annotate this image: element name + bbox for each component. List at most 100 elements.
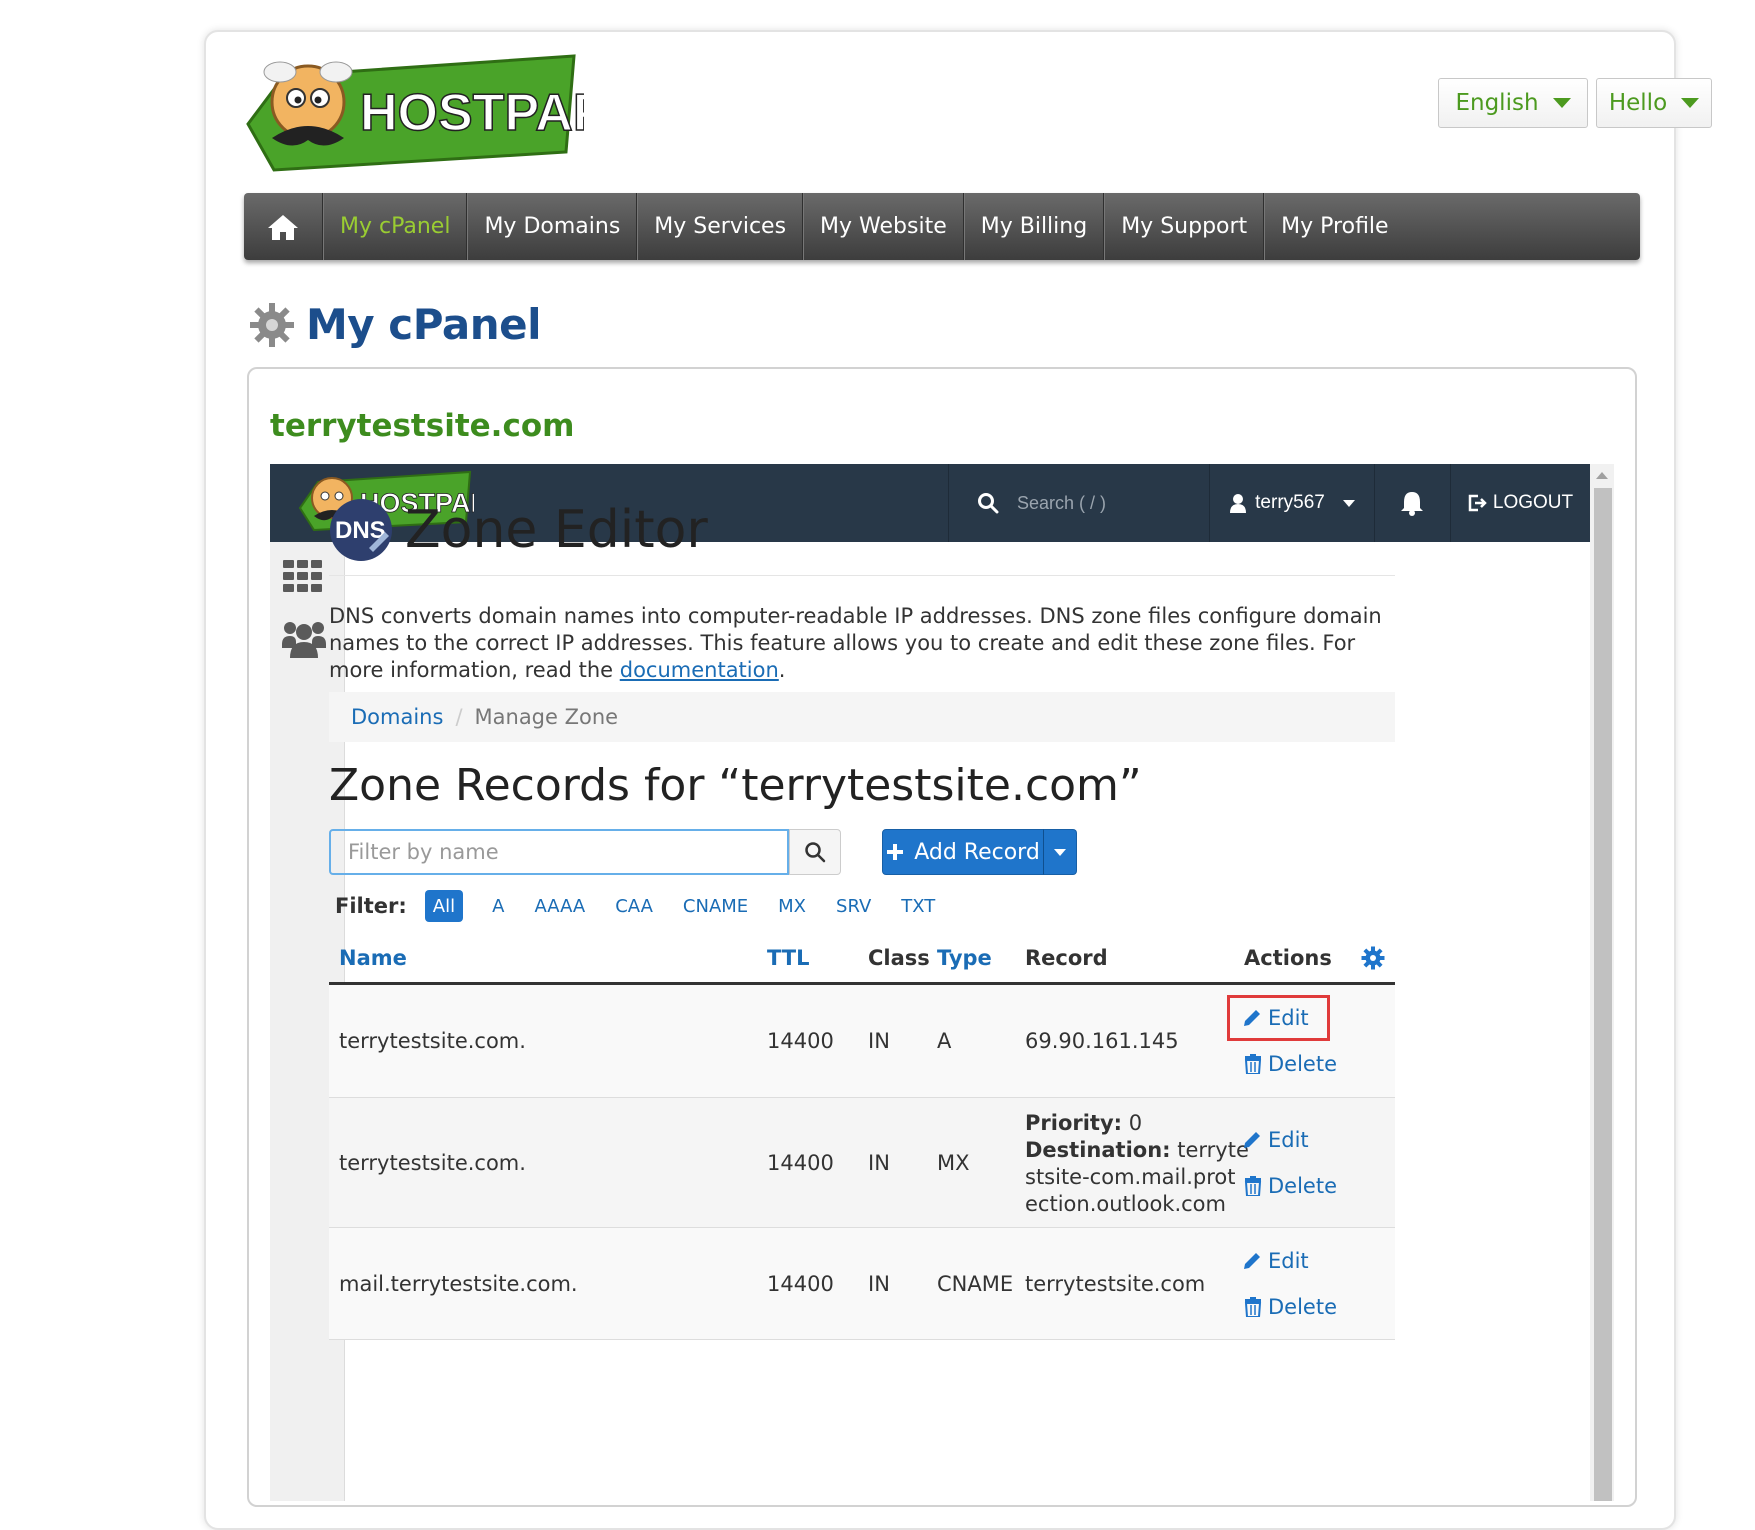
column-header-type[interactable]: Type (937, 946, 992, 970)
breadcrumb-current: Manage Zone (474, 705, 619, 729)
plus-icon (887, 844, 904, 860)
nav-label: My cPanel (340, 214, 451, 239)
home-button[interactable] (244, 193, 323, 260)
scroll-up-arrow-icon[interactable] (1596, 472, 1608, 479)
scrollbar-thumb[interactable] (1594, 488, 1612, 1501)
edit-label: Edit (1268, 1249, 1309, 1273)
language-dropdown[interactable]: English (1438, 78, 1588, 128)
record-ttl: 14400 (767, 1029, 834, 1053)
filter-a[interactable]: A (477, 890, 519, 922)
chevron-down-icon (1681, 98, 1700, 108)
pencil-icon (1244, 1253, 1260, 1269)
pencil-icon (1244, 1132, 1260, 1148)
record-value: Priority: 0 Destination: terryte stsite-… (1025, 1110, 1249, 1218)
record-type: MX (937, 1151, 970, 1175)
record-class: IN (868, 1151, 890, 1175)
filter-aaaa[interactable]: AAAA (519, 890, 600, 922)
filter-txt[interactable]: TXT (886, 890, 950, 922)
breadcrumb: Domains / Manage Zone (329, 692, 1395, 742)
column-header-name[interactable]: Name (339, 946, 407, 970)
nav-my-website[interactable]: My Website (803, 193, 964, 260)
cpanel-user-menu[interactable]: terry567 (1210, 464, 1375, 542)
cpanel-search[interactable]: Search ( / ) (948, 464, 1210, 542)
breadcrumb-separator: / (455, 705, 463, 729)
destination-value: ection.outlook.com (1025, 1192, 1226, 1216)
filter-srv[interactable]: SRV (821, 890, 886, 922)
breadcrumb-domains-link[interactable]: Domains (351, 705, 443, 729)
record-class: IN (868, 1029, 890, 1053)
priority-value: 0 (1128, 1111, 1143, 1135)
record-name: mail.terrytestsite.com. (339, 1272, 578, 1296)
gear-icon (250, 302, 294, 347)
user-icon (1230, 494, 1247, 513)
record-value: 69.90.161.145 (1025, 1029, 1179, 1053)
table-settings-gear-icon[interactable] (1361, 946, 1385, 970)
edit-label: Edit (1268, 1128, 1309, 1152)
column-header-ttl[interactable]: TTL (767, 946, 810, 970)
filter-cname[interactable]: CNAME (668, 890, 763, 922)
documentation-link[interactable]: documentation (620, 658, 779, 682)
record-ttl: 14400 (767, 1151, 834, 1175)
nav-my-profile[interactable]: My Profile (1264, 193, 1404, 260)
destination-label: Destination: (1025, 1138, 1171, 1162)
hostpapa-logo[interactable]: HOSTPAPA (244, 52, 584, 172)
logout-label: LOGOUT (1492, 492, 1574, 513)
add-record-label: Add Record (914, 839, 1040, 865)
logout-button[interactable]: LOGOUT (1450, 464, 1590, 542)
notifications-button[interactable] (1374, 464, 1451, 542)
filter-caa[interactable]: CAA (600, 890, 668, 922)
zone-editor-title: DNS Zone Editor (329, 498, 708, 562)
description-end: . (778, 658, 786, 682)
edit-record-link[interactable]: Edit (1242, 1249, 1309, 1273)
chevron-down-icon (1054, 848, 1066, 856)
zone-records-title: Zone Records for “terrytestsite.com” (329, 760, 1142, 811)
filter-all[interactable]: All (424, 890, 464, 922)
chevron-down-icon (1342, 499, 1355, 507)
edit-record-link[interactable]: Edit (1242, 1128, 1309, 1152)
delete-record-link[interactable]: Delete (1244, 1295, 1337, 1319)
nav-my-support[interactable]: My Support (1104, 193, 1265, 260)
home-icon (268, 214, 298, 240)
users-icon[interactable] (282, 620, 326, 658)
column-header-actions: Actions (1244, 946, 1332, 970)
page-heading: My cPanel (306, 300, 541, 349)
delete-record-link[interactable]: Delete (1244, 1052, 1337, 1076)
nav-label: My Services (654, 214, 787, 239)
nav-my-cpanel[interactable]: My cPanel (323, 193, 468, 260)
filter-label: Filter: (335, 894, 407, 918)
logout-icon (1468, 494, 1487, 512)
add-record-dropdown-toggle[interactable] (1043, 829, 1077, 875)
filter-by-name-input[interactable]: Filter by name (329, 829, 789, 875)
language-label: English (1455, 90, 1539, 116)
nav-label: My Website (820, 214, 947, 239)
search-icon (978, 493, 999, 514)
search-icon (805, 842, 826, 863)
nav-label: My Domains (484, 214, 621, 239)
add-record-button[interactable]: Add Record (882, 829, 1044, 875)
bell-icon (1401, 492, 1423, 516)
filter-search-button[interactable] (789, 829, 841, 875)
divider (329, 575, 1395, 576)
filter-mx[interactable]: MX (763, 890, 821, 922)
description-text: DNS converts domain names into computer-… (329, 604, 1382, 682)
nav-my-services[interactable]: My Services (637, 193, 804, 260)
trash-icon (1244, 1297, 1262, 1317)
nav-my-domains[interactable]: My Domains (467, 193, 638, 260)
destination-value: terryte (1177, 1138, 1249, 1162)
type-filter-bar: Filter: All A AAAA CAA CNAME MX SRV TXT (335, 888, 950, 924)
main-navbar: My cPanel My Domains My Services My Webs… (244, 193, 1640, 260)
search-placeholder: Search ( / ) (1017, 492, 1107, 513)
nav-my-billing[interactable]: My Billing (963, 193, 1105, 260)
apps-grid-icon[interactable] (283, 560, 323, 592)
column-header-record: Record (1025, 946, 1108, 970)
destination-value: stsite-com.mail.prot (1025, 1165, 1236, 1189)
app-title: Zone Editor (405, 500, 708, 560)
user-menu-label: Hello (1608, 90, 1668, 116)
record-type: CNAME (937, 1272, 1014, 1296)
record-class: IN (868, 1272, 890, 1296)
nav-label: My Support (1121, 214, 1248, 239)
delete-record-link[interactable]: Delete (1244, 1174, 1337, 1198)
user-menu-dropdown[interactable]: Hello (1596, 78, 1712, 128)
nav-label: My Billing (980, 214, 1088, 239)
chevron-down-icon (1552, 98, 1571, 108)
